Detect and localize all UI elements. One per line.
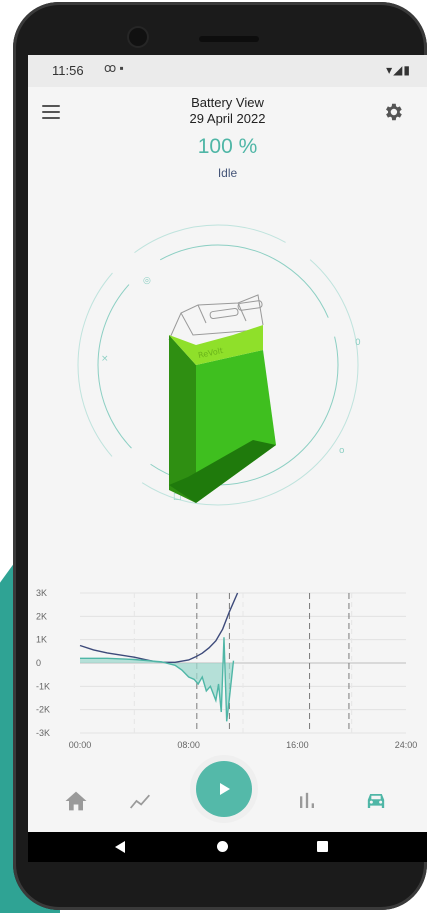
svg-text:0: 0 (355, 338, 361, 348)
y-tick-label: 0 (36, 658, 41, 668)
recent-apps-button[interactable] (317, 841, 328, 852)
svg-text:o: o (339, 446, 345, 456)
signal-battery-icons: ▾◢▮ (386, 63, 411, 77)
y-tick-label: 3K (36, 588, 47, 598)
system-home-button[interactable] (217, 841, 228, 852)
play-icon (220, 783, 230, 795)
svg-text:◎: ◎ (143, 276, 151, 286)
battery-percentage: 100 % (197, 135, 258, 158)
y-tick-label: -2K (36, 705, 50, 715)
notification-icons: ꝏ ▪ (104, 61, 124, 75)
y-tick-label: -1K (36, 681, 50, 691)
status-time: 11:56 (52, 63, 84, 78)
trend-icon[interactable] (126, 787, 154, 815)
battery-state: Idle (217, 166, 238, 180)
system-navigation-bar (28, 832, 427, 862)
page-date: 29 April 2022 (189, 111, 266, 126)
front-camera (129, 28, 147, 46)
battery-icon: ReVolt (168, 294, 276, 503)
bar-chart-icon[interactable] (293, 787, 321, 815)
status-bar: 11:56 ꝏ ▪ ▾◢▮ (28, 55, 427, 87)
earpiece-speaker (199, 36, 259, 42)
car-icon[interactable] (362, 787, 390, 815)
y-tick-label: -3K (36, 728, 50, 738)
settings-gear-icon[interactable] (382, 101, 404, 123)
app-screen: 11:56 ꝏ ▪ ▾◢▮ Battery View 29 April 2022… (28, 55, 427, 862)
home-icon[interactable] (62, 787, 90, 815)
back-icon[interactable] (114, 840, 126, 854)
page-title: Battery View (191, 95, 264, 110)
battery-visual: ◎ × 0 o □ ReVolt (77, 224, 361, 506)
energy-line (79, 592, 239, 664)
y-tick-label: 1K (36, 635, 47, 645)
power-chart: 3K2K1K0-1K-2K-3K 00:00 08:00 16:00 24:00 (36, 588, 417, 750)
current-area (80, 637, 234, 722)
svg-text:×: × (101, 354, 109, 364)
y-tick-label: 2K (36, 611, 47, 621)
play-button[interactable] (196, 761, 252, 817)
